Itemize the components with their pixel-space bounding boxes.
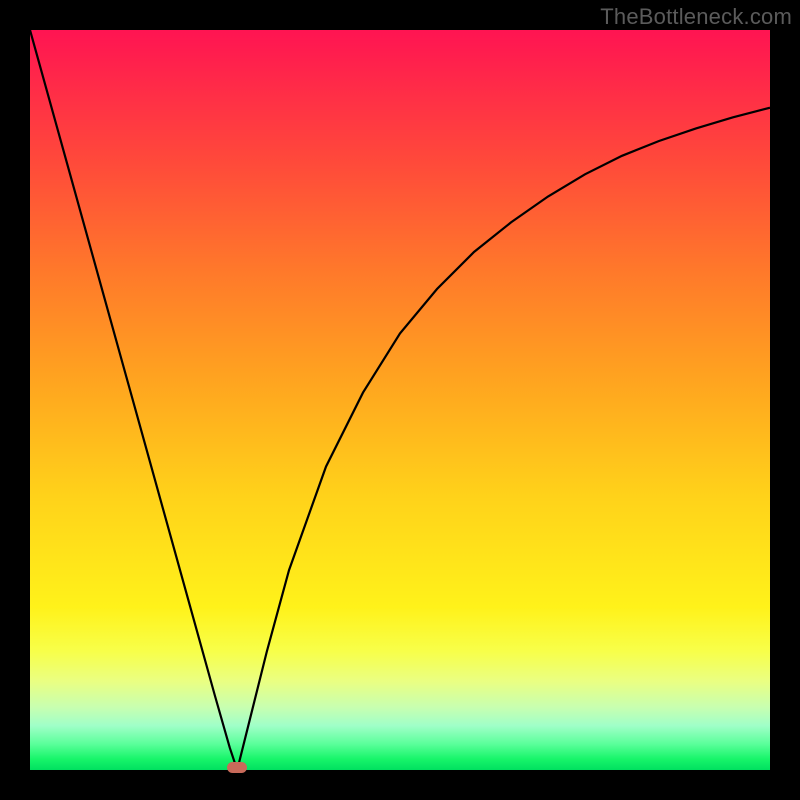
- chart-frame: TheBottleneck.com: [0, 0, 800, 800]
- min-marker: [227, 762, 247, 773]
- plot-area: [30, 30, 770, 770]
- watermark-text: TheBottleneck.com: [600, 4, 792, 30]
- curve-right-branch: [237, 108, 770, 770]
- curve-left-branch: [30, 30, 237, 770]
- curve-svg: [30, 30, 770, 770]
